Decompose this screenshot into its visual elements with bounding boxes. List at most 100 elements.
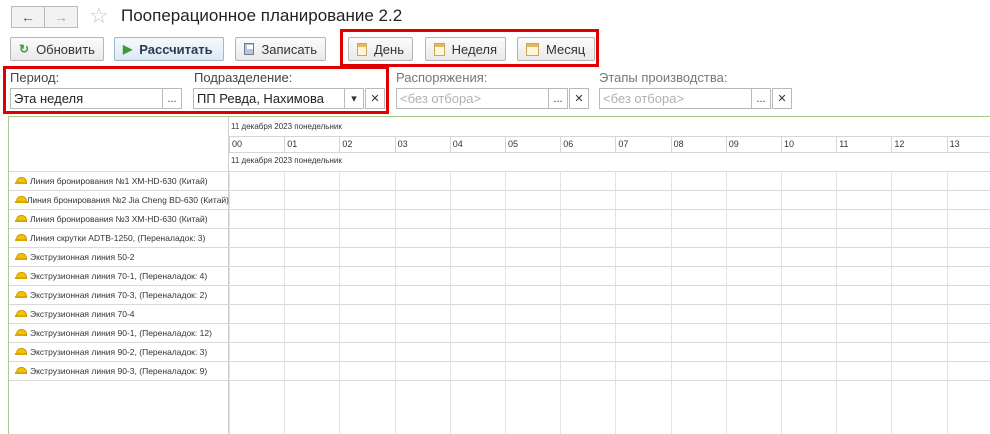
stages-label: Этапы производства:: [599, 70, 728, 85]
department-clear-button[interactable]: ✕: [365, 88, 385, 109]
resource-row[interactable]: Линия бронирования №1 XM-HD-630 (Китай): [9, 171, 229, 190]
save-label: Записать: [261, 41, 317, 57]
resource-name: Экструзионная линия 90-1, (Переналадок: …: [30, 327, 212, 338]
calendar-month-icon: [526, 42, 539, 56]
resource-name: Линия бронирования №3 XM-HD-630 (Китай): [30, 213, 208, 224]
row-separator: [9, 380, 990, 381]
hour-label: 00: [229, 137, 284, 152]
hour-label: 06: [560, 137, 615, 152]
refresh-button[interactable]: ↻ Обновить: [10, 37, 104, 61]
orders-clear-button[interactable]: ✕: [569, 88, 589, 109]
back-button[interactable]: ←: [11, 6, 45, 28]
calculate-button[interactable]: ▶ Рассчитать: [114, 37, 224, 61]
resource-name: Линия бронирования №1 XM-HD-630 (Китай): [30, 175, 208, 186]
save-icon: [244, 43, 255, 55]
work-center-icon: [15, 348, 27, 355]
arrow-left-icon: ←: [21, 9, 35, 25]
resource-name: Экструзионная линия 70-4: [30, 308, 135, 319]
forward-button[interactable]: →: [44, 6, 78, 28]
week-scale-button[interactable]: Неделя: [425, 37, 506, 61]
resource-name: Экструзионная линия 70-1, (Переналадок: …: [30, 270, 208, 281]
calendar-day-icon: [357, 42, 367, 56]
hour-label: 05: [505, 137, 560, 152]
grid-line: [449, 171, 451, 434]
hour-label: 08: [670, 137, 726, 152]
department-dropdown-button[interactable]: ▾: [344, 88, 364, 109]
grid-line: [891, 171, 893, 434]
resource-row[interactable]: Экструзионная линия 90-3, (Переналадок: …: [9, 361, 229, 380]
hour-label: 12: [891, 137, 946, 152]
resource-row[interactable]: Экструзионная линия 90-2, (Переналадок: …: [9, 342, 229, 361]
resource-row[interactable]: Экструзионная линия 50-2: [9, 247, 229, 266]
chevron-down-icon: ▾: [351, 93, 357, 105]
work-center-icon: [15, 177, 27, 184]
work-center-icon: [15, 196, 27, 203]
hour-label: 10: [781, 137, 836, 152]
favorite-star-icon[interactable]: ☆: [89, 3, 109, 29]
resource-row[interactable]: Линия скрутки ADTB-1250, (Переналадок: 3…: [9, 228, 229, 247]
day-label: День: [374, 41, 404, 57]
work-center-icon: [15, 367, 27, 374]
close-icon: ✕: [370, 93, 380, 105]
month-scale-button[interactable]: Месяц: [517, 37, 595, 61]
calculate-label: Рассчитать: [139, 41, 213, 57]
work-center-icon: [15, 234, 27, 241]
grid-line: [339, 171, 341, 434]
work-center-icon: [15, 272, 27, 279]
day-scale-button[interactable]: День: [348, 37, 413, 61]
resource-name: Экструзионная линия 90-2, (Переналадок: …: [30, 346, 208, 357]
arrow-right-icon: →: [54, 9, 68, 25]
timeline-date-header: 11 декабря 2023 понедельник: [231, 122, 342, 131]
orders-label: Распоряжения:: [396, 70, 488, 85]
period-select-button[interactable]: ...: [162, 88, 182, 109]
grid-line: [615, 171, 617, 434]
grid-line: [505, 171, 506, 434]
department-field[interactable]: ПП Ревда, Нахимова: [193, 88, 345, 109]
grid-line: [394, 171, 396, 434]
resource-name: Экструзионная линия 50-2: [30, 251, 135, 262]
hour-label: 02: [339, 137, 394, 152]
calendar-week-icon: [434, 42, 445, 56]
stages-clear-button[interactable]: ✕: [772, 88, 792, 109]
play-icon: ▶: [123, 42, 133, 56]
period-field[interactable]: Эта неделя: [10, 88, 163, 109]
window-title: Пооперационное планирование 2.2: [121, 6, 403, 25]
stages-field[interactable]: <без отбора>: [599, 88, 752, 109]
work-center-icon: [15, 310, 27, 317]
timeline-date-subheader: 11 декабря 2023 понедельник: [231, 156, 342, 165]
ellipsis-icon: ...: [167, 92, 177, 105]
save-button[interactable]: Записать: [235, 37, 326, 61]
orders-select-button[interactable]: ...: [548, 88, 568, 109]
grid-line: [560, 171, 562, 434]
resource-name: Экструзионная линия 90-3, (Переналадок: …: [30, 365, 208, 376]
orders-field[interactable]: <без отбора>: [396, 88, 549, 109]
hour-label: 09: [725, 137, 781, 152]
stages-select-button[interactable]: ...: [751, 88, 771, 109]
resource-row[interactable]: Экструзионная линия 70-3, (Переналадок: …: [9, 285, 229, 304]
hour-label: 03: [394, 137, 450, 152]
hour-scale: 00 01 02 03 04 05 06 07 08 09 10 11 12 13: [229, 136, 990, 153]
resource-row[interactable]: Экструзионная линия 70-1, (Переналадок: …: [9, 266, 229, 285]
resource-name: Линия бронирования №2 Jia Cheng BD-630 (…: [26, 194, 229, 205]
refresh-icon: ↻: [19, 42, 30, 56]
resource-row[interactable]: Линия бронирования №2 Jia Cheng BD-630 (…: [9, 190, 229, 209]
grid-line: [725, 171, 727, 434]
hour-label: 13: [946, 137, 990, 152]
grid-line: [836, 171, 838, 434]
close-icon: ✕: [574, 93, 584, 105]
close-icon: ✕: [777, 93, 787, 105]
resource-row[interactable]: Экструзионная линия 90-1, (Переналадок: …: [9, 323, 229, 342]
work-center-icon: [15, 291, 27, 298]
month-label: Месяц: [546, 41, 586, 57]
grid-line: [781, 171, 782, 434]
department-label: Подразделение:: [194, 70, 293, 85]
resource-row[interactable]: Линия бронирования №3 XM-HD-630 (Китай): [9, 209, 229, 228]
gantt-chart[interactable]: 11 декабря 2023 понедельник 00 01 02 03 04 05…: [8, 116, 990, 434]
resource-row[interactable]: Экструзионная линия 70-4: [9, 304, 229, 323]
resource-name: Линия скрутки ADTB-1250, (Переналадок: 3…: [30, 232, 206, 243]
work-center-icon: [15, 215, 27, 222]
hour-label: 04: [449, 137, 505, 152]
grid-line: [670, 171, 672, 434]
refresh-label: Обновить: [36, 41, 95, 57]
grid-line: [946, 171, 948, 434]
